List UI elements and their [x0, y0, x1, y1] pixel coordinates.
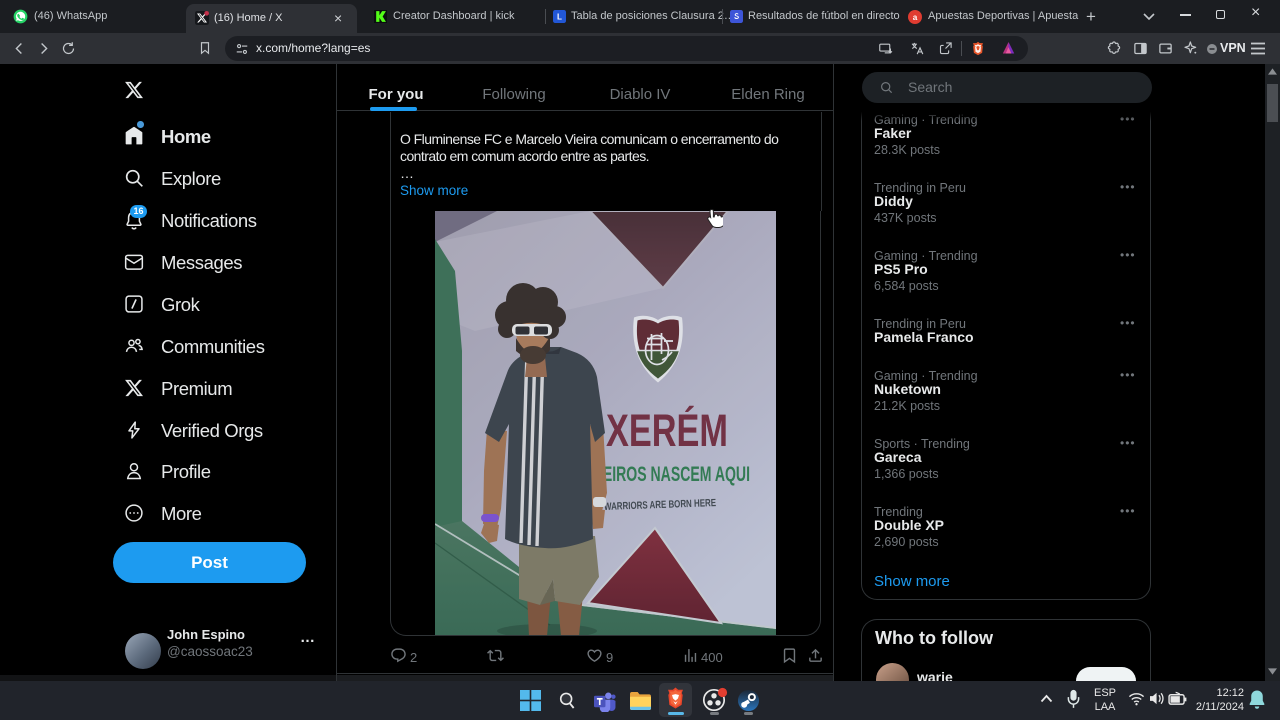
svg-text:L: L: [557, 12, 562, 21]
svg-text:a: a: [913, 13, 918, 22]
